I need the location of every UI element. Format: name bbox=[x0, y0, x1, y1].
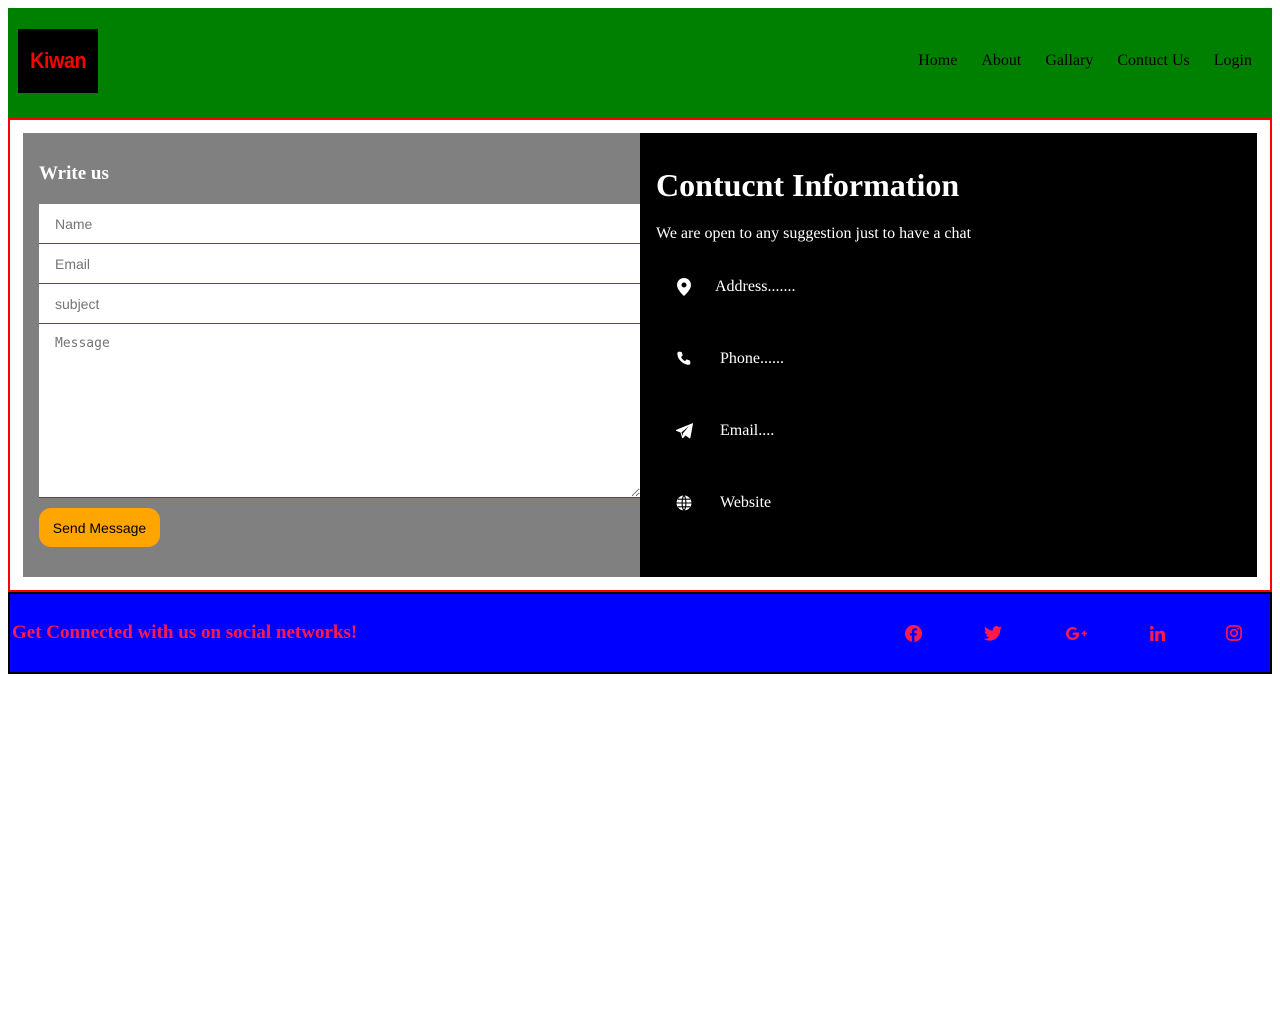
facebook-icon[interactable] bbox=[904, 624, 922, 642]
phone-icon bbox=[674, 349, 694, 369]
globe-icon bbox=[674, 493, 694, 513]
website-text: Website bbox=[720, 494, 772, 511]
nav-contuct-us[interactable]: Contuct Us bbox=[1117, 52, 1189, 70]
subject-input[interactable] bbox=[39, 284, 640, 324]
form-title: Write us bbox=[39, 163, 109, 184]
address-row: Address....... bbox=[674, 275, 795, 299]
nav-gallary[interactable]: Gallary bbox=[1045, 52, 1093, 70]
map-pin-icon bbox=[674, 277, 694, 297]
phone-text: Phone...... bbox=[720, 350, 784, 367]
website-row: Website bbox=[674, 491, 771, 515]
logo[interactable]: Kiwan bbox=[18, 29, 98, 93]
info-subtitle: We are open to any suggestion just to ha… bbox=[656, 225, 972, 242]
logo-text: Kiwan bbox=[29, 48, 87, 73]
phone-row: Phone...... bbox=[674, 347, 784, 371]
message-textarea[interactable] bbox=[39, 324, 640, 498]
instagram-icon[interactable] bbox=[1225, 624, 1243, 642]
footer-tagline: Get Connected with us on social networks… bbox=[12, 622, 358, 643]
nav-home[interactable]: Home bbox=[918, 52, 957, 70]
email-text: Email.... bbox=[720, 422, 775, 439]
email-row: Email.... bbox=[674, 419, 774, 443]
main-nav: Home About Gallary Contuct Us Login bbox=[918, 52, 1252, 70]
email-input[interactable] bbox=[39, 244, 640, 284]
linkedin-icon[interactable] bbox=[1148, 624, 1166, 642]
contact-form-panel: Write us Send Message bbox=[23, 133, 640, 577]
site-header: Kiwan Home About Gallary Contuct Us Logi… bbox=[8, 8, 1272, 118]
contact-section: Write us Send Message Contucnt Informati… bbox=[8, 118, 1272, 592]
address-text: Address....... bbox=[715, 278, 796, 295]
send-message-button[interactable]: Send Message bbox=[39, 508, 160, 547]
nav-login[interactable]: Login bbox=[1214, 52, 1252, 70]
info-title: Contucnt Information bbox=[656, 167, 960, 203]
name-input[interactable] bbox=[39, 204, 640, 244]
nav-about[interactable]: About bbox=[981, 52, 1021, 70]
google-plus-icon[interactable] bbox=[1065, 624, 1087, 642]
contact-info-panel: Contucnt Information We are open to any … bbox=[640, 133, 1257, 577]
paper-plane-icon bbox=[674, 421, 694, 441]
site-footer: Get Connected with us on social networks… bbox=[8, 592, 1272, 674]
twitter-icon[interactable] bbox=[984, 624, 1002, 642]
